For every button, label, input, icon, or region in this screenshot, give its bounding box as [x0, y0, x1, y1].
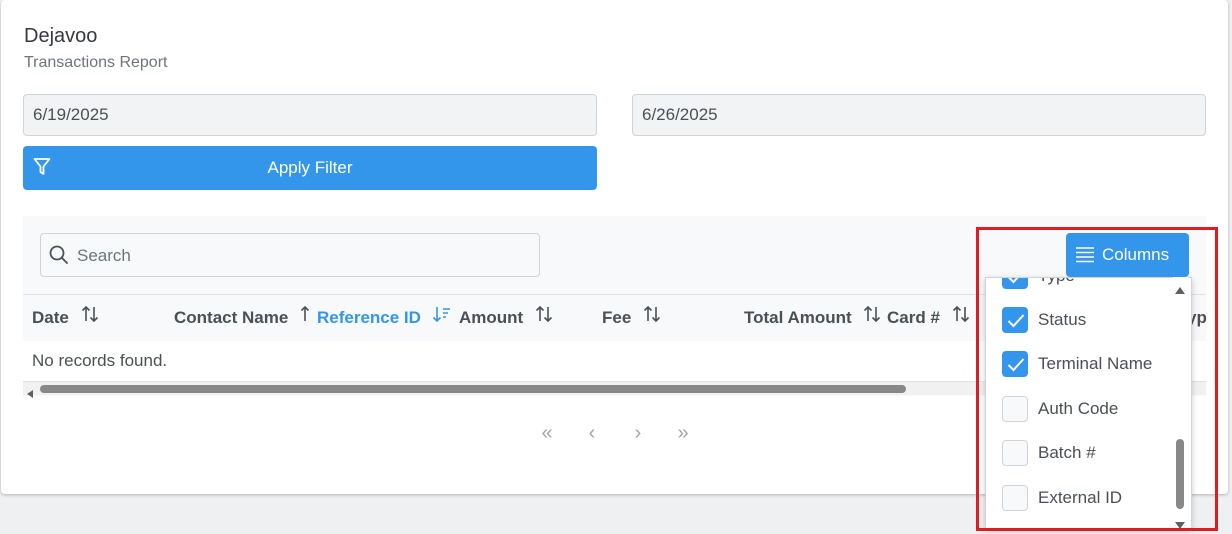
search-box — [40, 233, 540, 278]
vertical-scrollbar[interactable] — [1173, 277, 1188, 529]
columns-button[interactable]: Columns — [1066, 233, 1189, 277]
checkbox[interactable] — [1002, 396, 1028, 422]
column-option-external-id[interactable]: External ID — [1002, 485, 1172, 513]
column-option-batch-number[interactable]: Batch # — [1002, 440, 1172, 468]
date-to-input[interactable] — [632, 94, 1206, 136]
header-reference-id[interactable]: Reference ID — [317, 295, 452, 341]
header-card-number[interactable]: Card # — [887, 295, 971, 341]
apply-filter-button[interactable]: Apply Filter — [23, 146, 597, 190]
page-subtitle: Transactions Report — [24, 54, 168, 71]
filter-icon — [33, 157, 51, 182]
next-page-button[interactable]: › — [626, 423, 650, 444]
checkbox[interactable] — [1002, 278, 1028, 289]
scrollbar-thumb[interactable] — [1176, 439, 1184, 509]
sort-icon — [951, 296, 971, 342]
scrollbar-thumb[interactable] — [40, 385, 906, 393]
checkbox[interactable] — [1002, 307, 1028, 333]
sort-icon — [862, 296, 882, 342]
columns-button-label: Columns — [1102, 245, 1170, 264]
column-option-terminal-name[interactable]: Terminal Name — [1002, 351, 1172, 379]
page-title: Dejavoo — [24, 25, 98, 47]
scroll-up-icon[interactable] — [1175, 281, 1185, 299]
last-page-button[interactable]: » — [671, 423, 695, 444]
sort-icon — [80, 296, 100, 342]
header-total-amount[interactable]: Total Amount — [744, 295, 882, 341]
empty-message: No records found. — [32, 351, 168, 370]
search-input[interactable] — [75, 234, 529, 278]
scroll-down-icon[interactable] — [1175, 516, 1185, 534]
checkbox[interactable] — [1002, 485, 1028, 511]
apply-filter-label: Apply Filter — [267, 158, 353, 177]
sort-icon — [534, 296, 554, 342]
header-fee[interactable]: Fee — [602, 295, 662, 341]
first-page-button[interactable]: « — [535, 423, 559, 444]
column-option-type[interactable]: Type — [1002, 278, 1172, 291]
prev-page-button[interactable]: ‹ — [580, 423, 604, 444]
header-amount[interactable]: Amount — [459, 295, 554, 341]
checkbox[interactable] — [1002, 351, 1028, 377]
search-icon — [49, 245, 69, 270]
header-contact-name[interactable]: Contact Name — [174, 295, 311, 341]
bars-icon — [1076, 247, 1094, 268]
column-option-auth-code[interactable]: Auth Code — [1002, 396, 1172, 424]
date-from-input[interactable] — [23, 94, 597, 136]
sort-icon — [642, 296, 662, 342]
header-date[interactable]: Date — [32, 295, 100, 341]
checkbox[interactable] — [1002, 440, 1028, 466]
column-option-status[interactable]: Status — [1002, 307, 1172, 335]
scroll-left-icon[interactable] — [27, 385, 34, 403]
sort-asc-icon — [299, 296, 311, 342]
column-chooser-panel: Type Status Terminal Name Auth Code Batc… — [985, 277, 1192, 529]
sort-desc-icon — [432, 296, 452, 342]
